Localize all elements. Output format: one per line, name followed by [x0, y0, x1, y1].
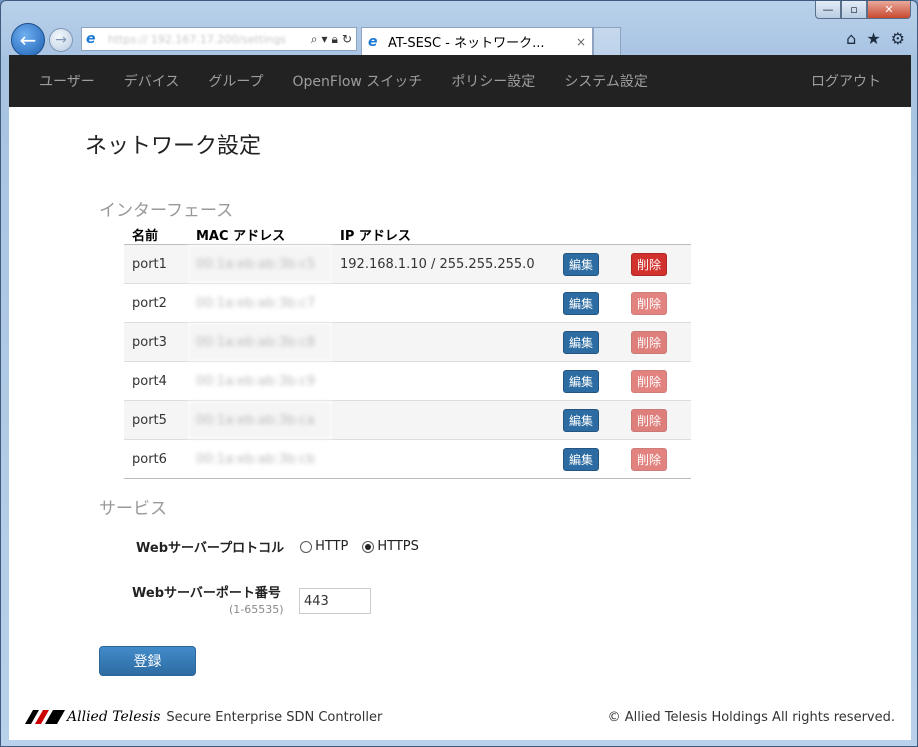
- new-tab-button[interactable]: [593, 27, 621, 55]
- forward-button[interactable]: →: [49, 28, 73, 52]
- edit-button[interactable]: 編集: [563, 252, 600, 276]
- web-page: ユーザー デバイス グループ OpenFlow スイッチ ポリシー設定 システム…: [9, 55, 911, 740]
- edit-button[interactable]: 編集: [563, 447, 600, 471]
- interfaces-table: 名前 MAC アドレス IP アドレス port1 00:1a:eb:ab:3b…: [124, 225, 691, 479]
- table-row: port4 00:1a:eb:ab:3b:c9 編集 削除: [124, 361, 691, 401]
- table-row: port5 00:1a:eb:ab:3b:ca 編集 削除: [124, 400, 691, 440]
- cell-mac: 00:1a:eb:ab:3b:cb: [188, 439, 332, 479]
- cell-name: port3: [124, 322, 188, 362]
- address-bar[interactable]: e https:// 192.167.17.200/settings ⌕ ▾ 🔒…: [81, 27, 357, 51]
- browser-toolbar: ← → e https:// 192.167.17.200/settings ⌕…: [9, 23, 909, 57]
- edit-button[interactable]: 編集: [563, 330, 600, 354]
- allied-telesis-logo: Allied Telesis: [25, 709, 160, 725]
- footer-product: Secure Enterprise SDN Controller: [166, 709, 383, 725]
- protocol-row: Webサーバープロトコル HTTP HTTPS: [136, 537, 433, 556]
- radio-http-label[interactable]: HTTP: [315, 539, 348, 554]
- delete-button-disabled: 削除: [631, 447, 668, 471]
- logo-text: Allied Telesis: [67, 709, 161, 725]
- radio-http[interactable]: [300, 540, 313, 553]
- address-icons: ⌕ ▾ 🔒︎ ↻: [311, 32, 352, 47]
- col-header-edit: [555, 225, 623, 245]
- delete-button-disabled: 削除: [631, 408, 668, 432]
- settings-gear-icon[interactable]: ⚙: [891, 29, 905, 48]
- interfaces-heading: インターフェース: [99, 201, 234, 221]
- edit-button[interactable]: 編集: [563, 291, 600, 315]
- edit-button[interactable]: 編集: [563, 408, 600, 432]
- nav-groups[interactable]: グループ: [208, 71, 263, 91]
- nav-policy-settings[interactable]: ポリシー設定: [451, 71, 535, 91]
- dropdown-icon[interactable]: ▾: [322, 32, 328, 47]
- nav-logout[interactable]: ログアウト: [811, 71, 881, 91]
- delete-button-disabled: 削除: [631, 330, 668, 354]
- cell-ip: [332, 400, 555, 440]
- address-text: https:// 192.167.17.200/settings: [108, 32, 286, 46]
- cell-mac: 00:1a:eb:ab:3b:c8: [188, 322, 332, 362]
- port-row: Webサーバーポート番号: [132, 582, 281, 601]
- top-navbar: ユーザー デバイス グループ OpenFlow スイッチ ポリシー設定 システム…: [9, 55, 911, 107]
- back-button[interactable]: ←: [11, 23, 45, 57]
- delete-button-disabled: 削除: [631, 369, 668, 393]
- cell-mac: 00:1a:eb:ab:3b:c5: [188, 244, 332, 284]
- arrow-left-icon: ←: [19, 28, 37, 52]
- search-icon[interactable]: ⌕: [311, 32, 318, 47]
- cell-mac: 00:1a:eb:ab:3b:ca: [188, 400, 332, 440]
- tab-close-icon[interactable]: ×: [576, 35, 586, 49]
- edit-button[interactable]: 編集: [563, 369, 600, 393]
- home-icon[interactable]: ⌂: [846, 29, 856, 48]
- col-header-mac: MAC アドレス: [188, 225, 332, 245]
- nav-openflow-switch[interactable]: OpenFlow スイッチ: [293, 71, 423, 91]
- nav-devices[interactable]: デバイス: [124, 71, 180, 91]
- cell-name: port4: [124, 361, 188, 401]
- port-hint: (1-65535): [229, 603, 284, 616]
- ie-logo-icon: e: [86, 31, 96, 47]
- cell-ip: [332, 439, 555, 479]
- footer: Allied Telesis Secure Enterprise SDN Con…: [9, 705, 911, 729]
- delete-button-disabled: 削除: [631, 291, 668, 315]
- delete-button[interactable]: 削除: [631, 252, 668, 276]
- lock-icon[interactable]: 🔒︎: [332, 32, 338, 47]
- tab-ie-icon: e: [368, 33, 378, 50]
- favorites-star-icon[interactable]: ★: [866, 29, 880, 48]
- submit-button[interactable]: 登録: [99, 646, 196, 676]
- cell-name: port5: [124, 400, 188, 440]
- cell-ip: [332, 283, 555, 323]
- col-header-ip: IP アドレス: [332, 225, 555, 245]
- radio-https[interactable]: [362, 540, 375, 553]
- refresh-icon[interactable]: ↻: [342, 32, 352, 47]
- browser-tool-icons: ⌂ ★ ⚙: [846, 29, 905, 48]
- col-header-delete: [623, 225, 691, 245]
- close-window-button[interactable]: ✕: [867, 1, 911, 19]
- table-row: port6 00:1a:eb:ab:3b:cb 編集 削除: [124, 439, 691, 479]
- nav-users[interactable]: ユーザー: [39, 71, 95, 91]
- table-row: port2 00:1a:eb:ab:3b:c7 編集 削除: [124, 283, 691, 323]
- cell-name: port1: [124, 244, 188, 284]
- service-heading: サービス: [99, 499, 167, 519]
- footer-copyright: © Allied Telesis Holdings All rights res…: [607, 709, 895, 725]
- minimize-button[interactable]: —: [815, 1, 841, 19]
- table-row: port1 00:1a:eb:ab:3b:c5 192.168.1.10 / 2…: [124, 244, 691, 284]
- port-label: Webサーバーポート番号: [132, 586, 281, 601]
- logo-mark-icon: [25, 710, 65, 724]
- nav-system-settings[interactable]: システム設定: [564, 71, 648, 91]
- cell-ip: [332, 322, 555, 362]
- table-row: port3 00:1a:eb:ab:3b:c8 編集 削除: [124, 322, 691, 362]
- protocol-label: Webサーバープロトコル: [136, 541, 285, 556]
- col-header-name: 名前: [124, 225, 188, 245]
- arrow-right-icon: →: [55, 32, 67, 48]
- port-input[interactable]: 443: [299, 588, 371, 614]
- cell-mac: 00:1a:eb:ab:3b:c9: [188, 361, 332, 401]
- cell-ip: 192.168.1.10 / 255.255.255.0: [332, 244, 555, 284]
- page-title: ネットワーク設定: [85, 134, 262, 159]
- window-controls: — ▫ ✕: [815, 1, 911, 19]
- maximize-button[interactable]: ▫: [841, 1, 867, 19]
- radio-https-label[interactable]: HTTPS: [377, 539, 419, 554]
- cell-ip: [332, 361, 555, 401]
- browser-tab[interactable]: e AT-SESC - ネットワーク... ×: [361, 27, 593, 55]
- cell-name: port6: [124, 439, 188, 479]
- tab-title: AT-SESC - ネットワーク...: [388, 36, 545, 51]
- browser-window: — ▫ ✕ ← → e https:// 192.167.17.200/sett…: [0, 0, 918, 747]
- cell-name: port2: [124, 283, 188, 323]
- cell-mac: 00:1a:eb:ab:3b:c7: [188, 283, 332, 323]
